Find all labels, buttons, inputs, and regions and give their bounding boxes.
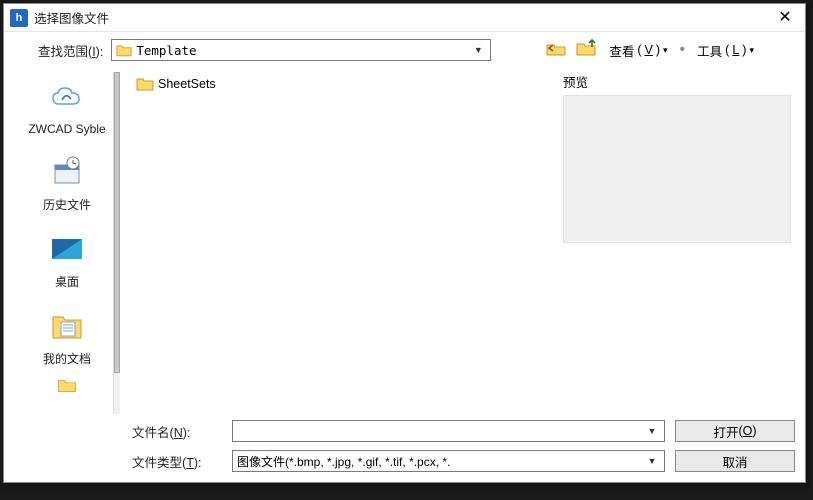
folder-icon (49, 377, 85, 393)
file-list[interactable]: SheetSets (132, 72, 551, 408)
toolbar: 查找范围(I): Template ▼ 查看(V)▾ • 工具(L)▾ (4, 32, 805, 66)
preview-pane: 预览 (555, 66, 795, 414)
documents-folder-icon (49, 308, 85, 344)
preview-label: 预览 (563, 72, 791, 91)
list-item-name: SheetSets (158, 77, 216, 91)
back-button[interactable] (545, 39, 567, 62)
dialog-body: ZWCAD Syble 历史文件 桌面 我的文档 (4, 66, 805, 420)
lookin-label: 查找范围(I): (38, 41, 103, 60)
chevron-down-icon: ▾ (663, 45, 668, 56)
places-sidebar: ZWCAD Syble 历史文件 桌面 我的文档 (14, 66, 120, 414)
view-menu[interactable]: 查看(V)▾ (605, 39, 671, 62)
folder-icon (136, 77, 154, 91)
folder-icon (116, 44, 132, 57)
titlebar: h 选择图像文件 ✕ (4, 4, 805, 32)
filetype-value: 图像文件(*.bmp, *.jpg, *.gif, *.tif, *.pcx, … (237, 453, 644, 470)
filename-combo[interactable]: ▼ (232, 420, 665, 442)
filetype-combo[interactable]: 图像文件(*.bmp, *.jpg, *.gif, *.tif, *.pcx, … (232, 450, 665, 472)
file-dialog: h 选择图像文件 ✕ 查找范围(I): Template ▼ 查看(V)▾ • (3, 3, 806, 483)
list-item[interactable]: SheetSets (134, 74, 549, 94)
bottom-bar: 文件名(N): ▼ 打开(O) 文件类型(T): 图像文件(*.bmp, *.j… (4, 420, 805, 482)
filename-label: 文件名(N): (132, 422, 222, 441)
open-button[interactable]: 打开(O) (675, 420, 795, 442)
chevron-down-icon: ▼ (644, 451, 660, 471)
history-icon (49, 154, 85, 190)
close-button[interactable]: ✕ (771, 6, 799, 30)
sidebar-item-history[interactable]: 历史文件 (21, 146, 113, 223)
lookin-value: Template (136, 43, 466, 58)
filetype-label: 文件类型(T): (132, 452, 222, 471)
sidebar-item-extra[interactable] (21, 377, 113, 409)
preview-box (563, 95, 791, 243)
chevron-down-icon: ▼ (470, 40, 486, 60)
cancel-button[interactable]: 取消 (675, 450, 795, 472)
sidebar-item-documents[interactable]: 我的文档 (21, 300, 113, 377)
scrollbar-thumb[interactable] (114, 72, 120, 373)
lookin-combo[interactable]: Template ▼ (111, 39, 491, 61)
chevron-down-icon: ▼ (644, 421, 660, 441)
sidebar-item-desktop[interactable]: 桌面 (21, 223, 113, 300)
chevron-down-icon: ▾ (749, 45, 754, 56)
sidebar-item-zwcad-syble[interactable]: ZWCAD Syble (21, 72, 113, 146)
toolbar-icons: 查看(V)▾ • 工具(L)▾ (545, 39, 758, 62)
window-title: 选择图像文件 (34, 8, 771, 27)
cloud-icon (49, 80, 85, 116)
app-icon: h (10, 9, 28, 27)
file-area: SheetSets (120, 66, 555, 414)
tools-menu[interactable]: 工具(L)▾ (693, 39, 758, 62)
up-one-level-button[interactable] (575, 39, 597, 62)
sidebar-scrollbar[interactable] (113, 72, 120, 414)
desktop-icon (49, 231, 85, 267)
